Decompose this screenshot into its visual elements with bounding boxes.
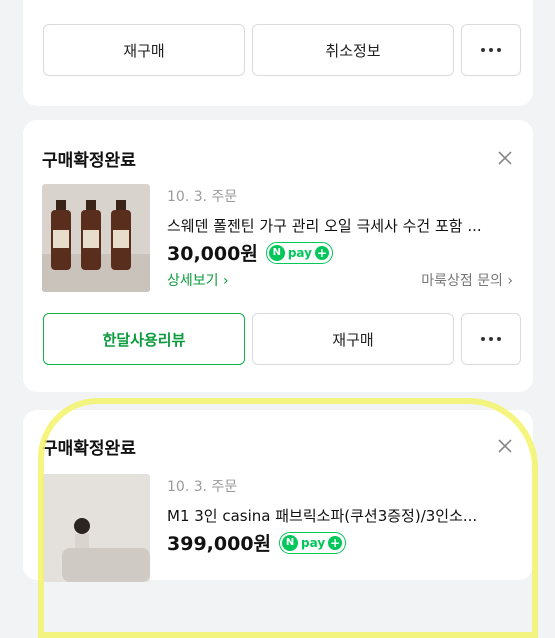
plus-icon: +: [314, 245, 329, 260]
more-options-button[interactable]: [461, 24, 521, 76]
highlight-annotation: [38, 398, 538, 638]
chevron-right-icon: ›: [222, 273, 229, 289]
close-icon[interactable]: [497, 150, 513, 166]
detail-link[interactable]: 상세보기 ›: [167, 270, 229, 290]
cancel-info-button[interactable]: 취소정보: [252, 24, 454, 76]
price-row: 30,000원 N pay +: [167, 239, 333, 266]
rebuy-label: 재구매: [123, 41, 165, 60]
more-dots-icon: [481, 337, 501, 341]
store-inquiry-link[interactable]: 마룩상점 문의 ›: [421, 270, 513, 290]
cancel-info-label: 취소정보: [325, 41, 381, 60]
rebuy-button[interactable]: 재구매: [43, 24, 245, 76]
store-inquiry-label: 마룩상점 문의: [421, 273, 503, 289]
order-card: 구매확정완료 10. 3. 주문 스웨덴 폴젠틴 가구 관리 오일 극세사 수건…: [23, 120, 533, 392]
npay-label: pay: [287, 245, 312, 260]
npay-plus-badge: N pay +: [265, 241, 333, 264]
detail-link-label: 상세보기: [167, 273, 219, 289]
chevron-right-icon: ›: [507, 273, 513, 289]
product-price: 30,000원: [167, 243, 258, 265]
oil-bottles-image: [42, 184, 150, 292]
more-dots-icon: [481, 48, 501, 52]
rebuy-label: 재구매: [332, 330, 374, 349]
review-button[interactable]: 한달사용리뷰: [43, 313, 245, 365]
rebuy-button[interactable]: 재구매: [252, 313, 454, 365]
order-date: 10. 3. 주문: [167, 189, 238, 205]
npay-n-icon: N: [268, 244, 285, 261]
product-name[interactable]: 스웨덴 폴젠틴 가구 관리 오일 극세사 수건 포함 ...: [167, 215, 482, 236]
product-thumbnail[interactable]: [42, 184, 150, 292]
review-label: 한달사용리뷰: [102, 330, 186, 349]
more-options-button[interactable]: [461, 313, 521, 365]
order-status: 구매확정완료: [42, 151, 136, 171]
order-card-previous: 재구매 취소정보: [23, 0, 533, 106]
